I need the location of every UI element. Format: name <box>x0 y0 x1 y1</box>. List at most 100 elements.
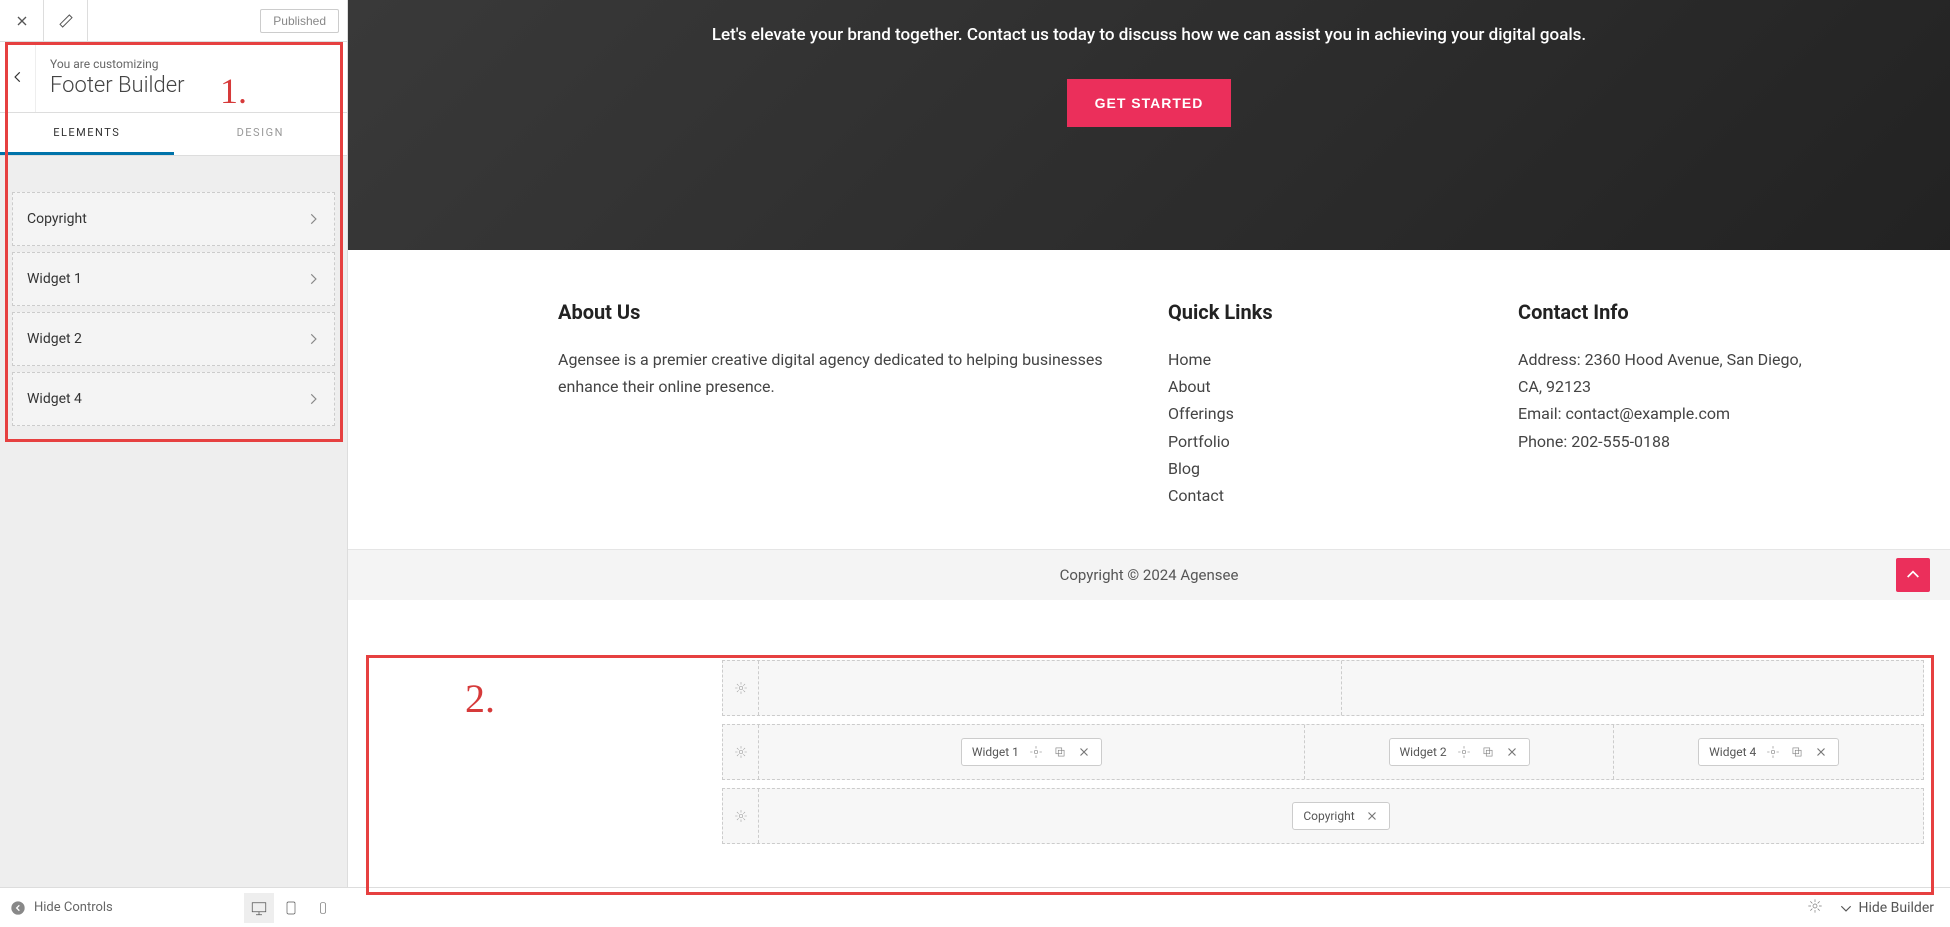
element-item-widget2[interactable]: Widget 2 <box>12 312 335 366</box>
widget-contact: Contact Info Address: 2360 Hood Avenue, … <box>1518 300 1818 509</box>
chevron-right-icon <box>306 392 320 406</box>
widget-title: Quick Links <box>1168 300 1468 324</box>
footer-widgets: About Us Agensee is a premier creative d… <box>348 250 1950 549</box>
row-settings-button[interactable] <box>723 789 759 843</box>
widget-text: Agensee is a premier creative digital ag… <box>558 346 1118 400</box>
element-item-widget4[interactable]: Widget 4 <box>12 372 335 426</box>
link-offerings[interactable]: Offerings <box>1168 400 1468 427</box>
breadcrumb: You are customizing <box>50 57 185 71</box>
widget-quicklinks: Quick Links Home About Offerings Portfol… <box>1168 300 1468 509</box>
cta-button[interactable]: GET STARTED <box>1067 79 1232 127</box>
builder-cell[interactable] <box>1342 661 1924 715</box>
row-settings-button[interactable] <box>723 661 759 715</box>
chevron-right-icon <box>306 212 320 226</box>
widget-title: Contact Info <box>1518 300 1818 324</box>
gear-icon <box>734 681 748 695</box>
sidebar-topbar: Published <box>0 0 347 42</box>
chevron-down-icon <box>1839 901 1853 915</box>
hide-controls-button[interactable]: Hide Controls <box>10 900 113 916</box>
duplicate-icon[interactable] <box>1053 745 1067 759</box>
tablet-icon <box>283 900 299 916</box>
hero-content: Let's elevate your brand together. Conta… <box>712 5 1586 127</box>
hero-section: Let's elevate your brand together. Conta… <box>348 0 1950 250</box>
sidebar-bottombar: Hide Controls <box>0 887 348 927</box>
link-contact[interactable]: Contact <box>1168 482 1468 509</box>
desktop-icon <box>250 899 268 917</box>
tab-design[interactable]: DESIGN <box>174 113 348 155</box>
close-icon[interactable] <box>1505 745 1519 759</box>
panel-title: Footer Builder <box>50 73 185 98</box>
copyright-bar: Copyright © 2024 Agensee <box>348 549 1950 600</box>
device-desktop-button[interactable] <box>244 893 274 923</box>
chevron-right-icon <box>306 332 320 346</box>
copyright-text: Copyright © 2024 Agensee <box>1060 566 1239 584</box>
chevron-up-icon <box>1905 567 1921 583</box>
close-icon[interactable] <box>1814 745 1828 759</box>
widget-chip-2[interactable]: Widget 2 <box>1389 738 1530 766</box>
close-icon <box>14 13 30 29</box>
gear-icon <box>734 745 748 759</box>
element-label: Widget 1 <box>27 271 82 287</box>
widget-chip-copyright[interactable]: Copyright <box>1292 802 1389 830</box>
builder-cell[interactable]: Widget 1 <box>759 725 1305 779</box>
gear-icon <box>734 809 748 823</box>
collapse-icon <box>10 900 26 916</box>
widget-title: About Us <box>558 300 1118 324</box>
builder-cell[interactable]: Copyright <box>759 789 1923 843</box>
widget-about: About Us Agensee is a premier creative d… <box>558 300 1118 509</box>
duplicate-icon[interactable] <box>1790 745 1804 759</box>
device-toggle-group <box>244 893 338 923</box>
chip-label: Widget 4 <box>1709 745 1756 759</box>
device-mobile-button[interactable] <box>308 893 338 923</box>
row-settings-button[interactable] <box>723 725 759 779</box>
builder-row-bottom[interactable]: Copyright <box>722 788 1924 844</box>
builder-row-middle[interactable]: Widget 1 Widget 2 <box>722 724 1924 780</box>
link-blog[interactable]: Blog <box>1168 455 1468 482</box>
hide-controls-label: Hide Controls <box>34 900 113 915</box>
builder-row-top[interactable] <box>722 660 1924 716</box>
hide-builder-button[interactable]: Hide Builder <box>1839 900 1935 916</box>
link-home[interactable]: Home <box>1168 346 1468 373</box>
builder-cell[interactable]: Widget 2 <box>1305 725 1615 779</box>
contact-phone: Phone: 202-555-0188 <box>1518 428 1818 455</box>
builder-settings-button[interactable] <box>1807 898 1823 918</box>
tab-elements[interactable]: ELEMENTS <box>0 113 174 155</box>
customizer-header: You are customizing Footer Builder <box>0 42 347 113</box>
customizer-sidebar: Published You are customizing Footer Bui… <box>0 0 348 927</box>
widget-chip-4[interactable]: Widget 4 <box>1698 738 1839 766</box>
customizer-tabs: ELEMENTS DESIGN <box>0 113 347 156</box>
gear-icon <box>1807 898 1823 914</box>
preview-pane: Let's elevate your brand together. Conta… <box>348 0 1950 887</box>
chip-label: Widget 1 <box>972 745 1019 759</box>
builder-cell[interactable]: Widget 4 <box>1614 725 1923 779</box>
hero-subheadline: Let's elevate your brand together. Conta… <box>712 25 1586 45</box>
publish-button[interactable]: Published <box>260 9 339 33</box>
edit-button[interactable] <box>44 0 88 42</box>
back-button[interactable] <box>0 42 36 112</box>
quicklinks-list: Home About Offerings Portfolio Blog Cont… <box>1168 346 1468 509</box>
element-label: Widget 2 <box>27 331 82 347</box>
builder-cell[interactable] <box>759 661 1342 715</box>
duplicate-icon[interactable] <box>1481 745 1495 759</box>
gear-icon[interactable] <box>1766 745 1780 759</box>
element-item-copyright[interactable]: Copyright <box>12 192 335 246</box>
device-tablet-button[interactable] <box>276 893 306 923</box>
close-icon[interactable] <box>1365 809 1379 823</box>
chip-label: Widget 2 <box>1400 745 1447 759</box>
customizer-titles: You are customizing Footer Builder <box>36 47 199 108</box>
mobile-icon <box>316 901 330 915</box>
link-about[interactable]: About <box>1168 373 1468 400</box>
close-icon[interactable] <box>1077 745 1091 759</box>
element-label: Widget 4 <box>27 391 82 407</box>
link-portfolio[interactable]: Portfolio <box>1168 428 1468 455</box>
gear-icon[interactable] <box>1457 745 1471 759</box>
widget-chip-1[interactable]: Widget 1 <box>961 738 1102 766</box>
element-item-widget1[interactable]: Widget 1 <box>12 252 335 306</box>
contact-address: Address: 2360 Hood Avenue, San Diego, CA… <box>1518 346 1818 400</box>
gear-icon[interactable] <box>1029 745 1043 759</box>
close-button[interactable] <box>0 0 44 42</box>
chip-label: Copyright <box>1303 809 1354 823</box>
scroll-top-button[interactable] <box>1896 558 1930 592</box>
hide-builder-label: Hide Builder <box>1859 900 1935 916</box>
chevron-left-icon <box>11 70 25 84</box>
